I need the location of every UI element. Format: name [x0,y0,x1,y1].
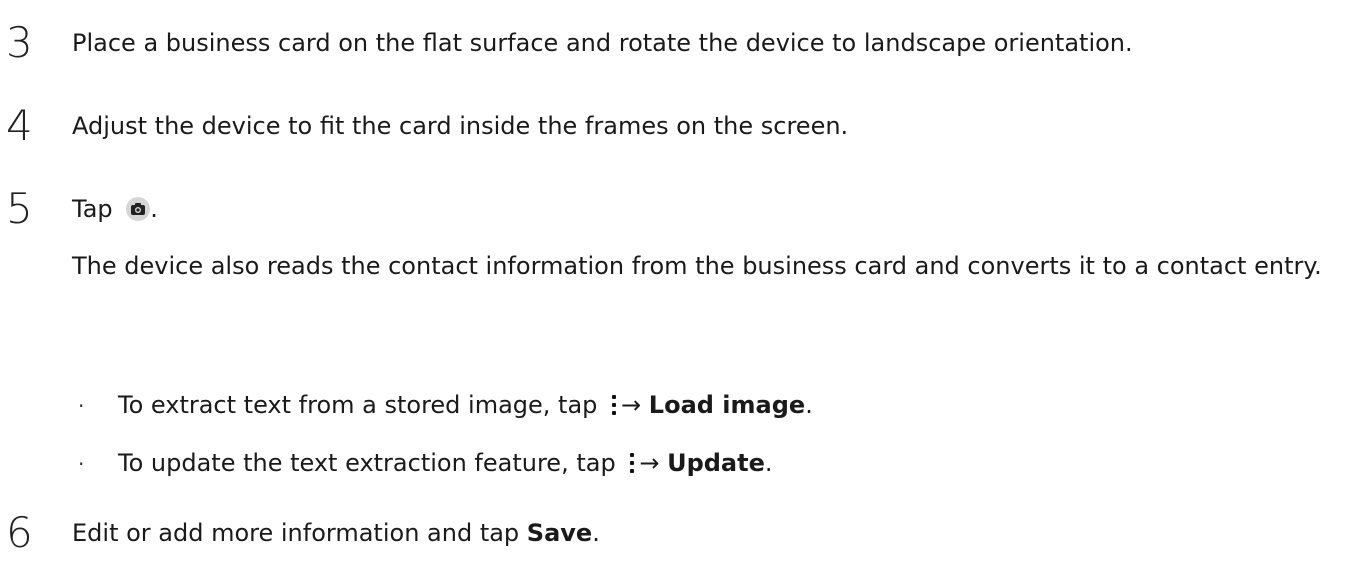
step-text: Adjust the device to fit the card inside… [72,112,849,140]
step-number: 3 [6,18,33,67]
bullet-text-before: To extract text from a stored image, tap [118,391,598,419]
step-number: 6 [6,508,33,557]
step-text: Place a business card on the flat surfac… [72,29,1133,57]
step-number: 5 [6,184,33,233]
camera-icon [126,197,151,221]
save-label: Save [526,519,593,547]
menu-item-label: Load image [648,391,806,419]
arrow: → [639,449,660,477]
step-number: 4 [6,101,33,150]
arrow: → [621,391,642,419]
bullet-dot: · [78,452,85,476]
step-5-description: The device also reads the contact inform… [72,252,1322,280]
step-text-after: . [592,519,600,547]
more-options-icon [627,451,637,475]
bullet-text-before: To update the text extraction feature, t… [118,449,616,477]
step-text: Tap . [72,192,158,226]
step-text-before: Tap [72,195,113,223]
bullet-dot: · [78,394,85,418]
bullet-item: · To update the text extraction feature, … [78,446,773,481]
bullet-text-after: . [764,449,773,477]
step-text-before: Edit or add more information and tap [72,519,527,547]
step-text-after: . [150,195,158,223]
menu-item-label: Update [667,449,765,477]
step-text: Edit or add more information and tap Sav… [72,516,600,550]
bullet-text-after: . [805,391,813,419]
more-options-icon [609,393,619,417]
bullet-item: · To extract text from a stored image, ta… [78,388,813,423]
